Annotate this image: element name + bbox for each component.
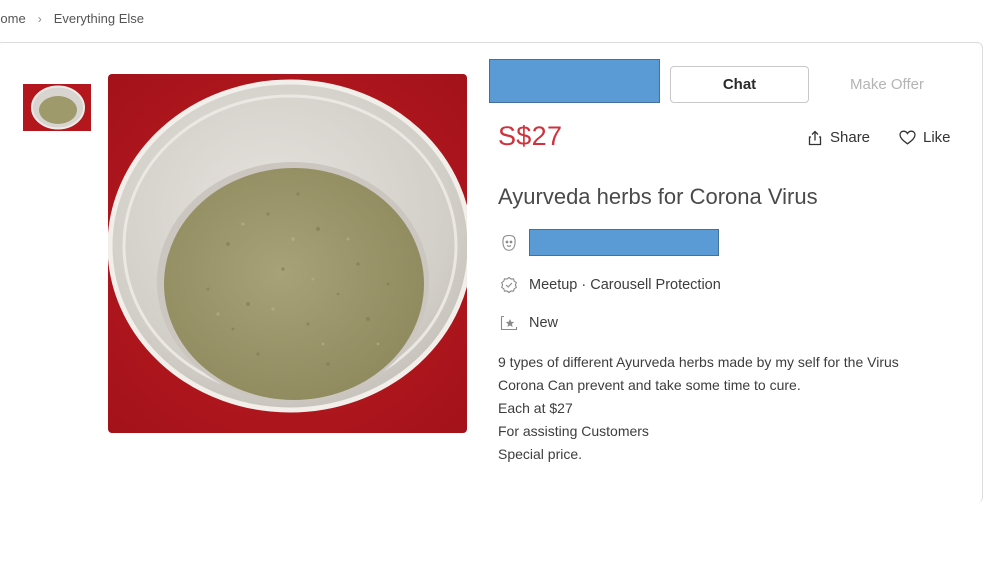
shield-badge-icon [500,276,518,294]
chevron-right-icon: › [37,11,42,26]
description-line: For assisting Customers [498,423,649,439]
seller-username-redacted [529,229,719,256]
delivery-text: Meetup · Carousell Protection [529,277,721,293]
delivery-row: Meetup · Carousell Protection [500,276,721,294]
description-line: Each at $27 [498,400,573,416]
like-label: Like [923,129,951,146]
listing-title: Ayurveda herbs for Corona Virus [498,184,818,209]
like-button[interactable]: Like [899,129,951,146]
breadcrumb-category-link[interactable]: Everything Else [54,11,144,26]
listing-main-image[interactable] [108,74,467,433]
description-line: Corona Can prevent and take some time to… [498,377,801,393]
description-line: Special price. [498,446,583,462]
seller-name-redacted [489,59,660,103]
breadcrumb-home-link[interactable]: Home [0,11,26,26]
listing-thumbnail[interactable] [23,84,91,131]
make-offer-button[interactable]: Make Offer [827,66,947,103]
share-icon [808,130,822,145]
share-button[interactable]: Share [807,129,870,146]
share-label: Share [830,129,871,146]
listing-description: 9 types of different Ayurveda herbs made… [498,351,899,466]
description-line: 9 types of different Ayurveda herbs made… [498,354,899,370]
heart-icon [899,130,916,145]
condition-text: New [529,315,559,331]
breadcrumb: Home › Everything Else [0,11,144,26]
listing-price: S$27 [498,121,563,151]
chat-button[interactable]: Chat [670,66,809,103]
seller-row[interactable] [500,229,719,256]
face-icon [500,234,518,252]
star-tag-icon [500,314,518,332]
condition-row: New [500,314,558,332]
